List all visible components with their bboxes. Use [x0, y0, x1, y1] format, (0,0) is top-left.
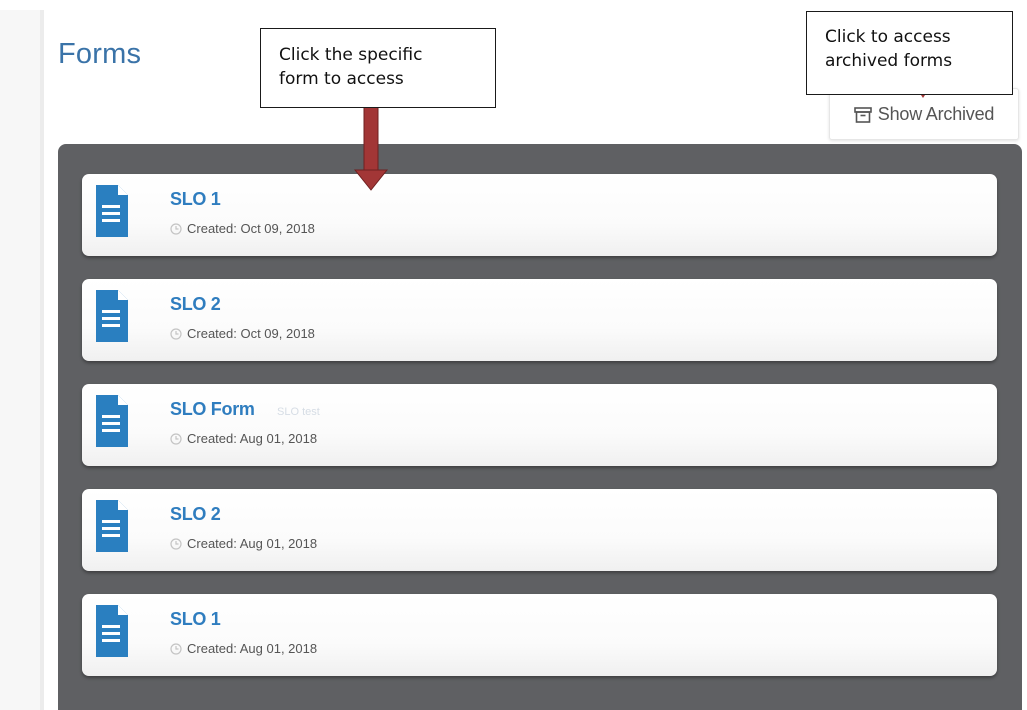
sidebar-divider — [40, 10, 44, 710]
clock-icon — [170, 432, 182, 445]
form-created-meta: Created: Oct 09, 2018 — [170, 326, 315, 341]
form-created-meta: Created: Oct 09, 2018 — [170, 221, 315, 236]
document-icon — [96, 500, 128, 552]
form-title-link[interactable]: SLO 1 — [170, 609, 221, 630]
clock-icon — [170, 537, 182, 550]
clock-icon — [170, 327, 182, 340]
form-card-slo-2-oct[interactable]: SLO 2 Created: Oct 09, 2018 — [82, 279, 997, 361]
form-card-slo-1-oct[interactable]: SLO 1 Created: Oct 09, 2018 — [82, 174, 997, 256]
form-created-date: Created: Oct 09, 2018 — [187, 326, 315, 341]
callout-form-line-2: form to access — [279, 69, 404, 89]
form-title-link[interactable]: SLO 2 — [170, 294, 221, 315]
form-title-link[interactable]: SLO 2 — [170, 504, 221, 525]
form-created-date: Created: Oct 09, 2018 — [187, 221, 315, 236]
callout-form-access: Click the specific form to access — [260, 28, 496, 108]
form-title-link[interactable]: SLO 1 — [170, 189, 221, 210]
form-created-date: Created: Aug 01, 2018 — [187, 431, 318, 446]
show-archived-label: Show Archived — [877, 103, 995, 124]
form-created-date: Created: Aug 01, 2018 — [187, 536, 318, 551]
form-card-slo-1-aug[interactable]: SLO 1 Created: Aug 01, 2018 — [82, 594, 997, 676]
callout-archived-line-2: archived forms — [825, 51, 953, 71]
form-card-slo-form[interactable]: SLO Form SLO test Created: Aug 01, 2018 — [82, 384, 997, 466]
clock-icon — [170, 642, 182, 655]
callout-archived-line-1: Click to access — [825, 27, 951, 47]
clock-icon — [170, 222, 182, 235]
document-icon — [96, 185, 128, 237]
form-created-meta: Created: Aug 01, 2018 — [170, 536, 317, 551]
form-created-meta: Created: Aug 01, 2018 — [170, 431, 317, 446]
form-created-meta: Created: Aug 01, 2018 — [170, 641, 317, 656]
document-icon — [96, 605, 128, 657]
callout-down-arrow-icon — [353, 106, 389, 191]
page-title: Forms — [58, 38, 142, 70]
form-card-slo-2-aug[interactable]: SLO 2 Created: Aug 01, 2018 — [82, 489, 997, 571]
form-title-link[interactable]: SLO Form — [170, 399, 255, 420]
forms-page: Forms Show Archived SLO 1 Created: Oct 0… — [0, 0, 1027, 710]
archive-box-icon — [853, 106, 872, 123]
document-icon — [96, 395, 128, 447]
document-icon — [96, 290, 128, 342]
left-sidebar-gutter — [0, 10, 40, 710]
form-faint-label: SLO test — [277, 406, 320, 418]
form-created-date: Created: Aug 01, 2018 — [187, 641, 318, 656]
callout-form-line-1: Click the specific — [279, 45, 423, 65]
callout-archived-access: Click to access archived forms — [806, 11, 1013, 95]
